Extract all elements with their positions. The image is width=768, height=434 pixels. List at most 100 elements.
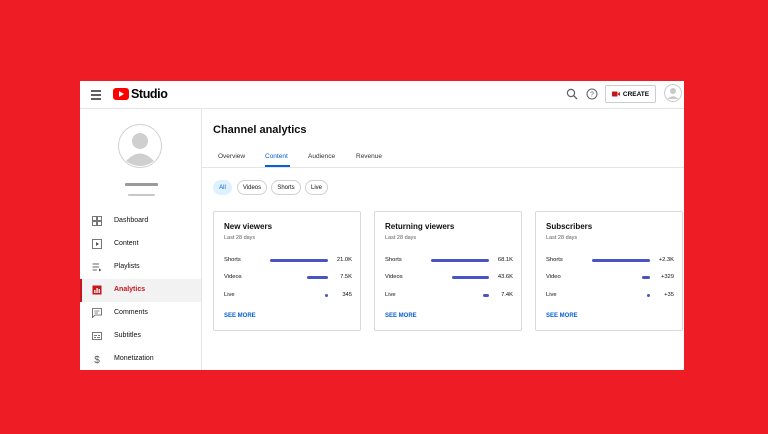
- metric-bar: [307, 276, 328, 279]
- channel-handle-placeholder: [128, 194, 155, 196]
- metric-label: Shorts: [546, 257, 563, 263]
- sidebar: Dashboard Content Playlists Analytics Co…: [80, 109, 202, 370]
- metric-label: Shorts: [385, 257, 402, 263]
- tab-content[interactable]: Content: [265, 153, 288, 160]
- card-title: Subscribers: [546, 222, 593, 231]
- metric-value: 7.5K: [340, 274, 352, 280]
- studio-window: Studio ? CREATE Dashboard Content Playli…: [80, 81, 684, 370]
- metric-bar: [270, 259, 328, 262]
- metric-row: Video +329: [546, 273, 674, 283]
- active-tab-indicator: [265, 165, 290, 167]
- card-subtitle: Last 28 days: [385, 235, 417, 241]
- sidebar-item-content[interactable]: Content: [80, 233, 201, 256]
- create-button[interactable]: CREATE: [605, 85, 656, 103]
- metric-label: Videos: [385, 274, 403, 280]
- metric-bar: [642, 276, 650, 279]
- chip-shorts[interactable]: Shorts: [271, 180, 301, 195]
- metric-value: +2.3K: [658, 257, 674, 263]
- svg-text:?: ?: [590, 92, 594, 99]
- metric-label: Live: [546, 292, 557, 298]
- metric-row: Live 345: [224, 291, 352, 301]
- dashboard-icon: [92, 216, 102, 226]
- metric-bar: [431, 259, 489, 262]
- channel-name-placeholder: [125, 183, 158, 186]
- metric-value: 7.4K: [501, 292, 513, 298]
- metric-bar: [483, 294, 489, 297]
- account-avatar[interactable]: [664, 84, 682, 102]
- playlists-icon: [92, 263, 102, 272]
- sidebar-item-dashboard[interactable]: Dashboard: [80, 210, 201, 233]
- analytics-tabs: Overview Content Audience Revenue: [202, 147, 684, 168]
- content-icon: [92, 239, 102, 249]
- channel-avatar[interactable]: [118, 124, 162, 168]
- metric-value: +35: [664, 292, 674, 298]
- metric-value: 43.6K: [497, 274, 513, 280]
- metric-bar: [325, 294, 328, 297]
- tab-audience[interactable]: Audience: [308, 153, 335, 160]
- chip-videos[interactable]: Videos: [237, 180, 267, 195]
- sidebar-nav: Dashboard Content Playlists Analytics Co…: [80, 210, 201, 370]
- sidebar-item-label: Subtitles: [114, 332, 141, 339]
- subtitles-icon: [92, 332, 102, 340]
- monetization-icon: $: [94, 355, 100, 364]
- card-subtitle: Last 28 days: [546, 235, 578, 241]
- metric-label: Video: [546, 274, 561, 280]
- youtube-play-icon: [113, 88, 129, 100]
- card-subtitle: Last 28 days: [224, 235, 256, 241]
- see-more-link[interactable]: SEE MORE: [385, 313, 417, 319]
- svg-text:$: $: [94, 355, 100, 364]
- card-title: New viewers: [224, 222, 273, 231]
- metric-label: Live: [385, 292, 396, 298]
- sidebar-item-label: Content: [114, 240, 139, 247]
- new-viewers-card: New viewers Last 28 days Shorts 21.0K Vi…: [213, 211, 361, 331]
- logo-text: Studio: [131, 87, 168, 101]
- sidebar-item-subtitles[interactable]: Subtitles: [80, 325, 201, 348]
- metric-value: +329: [660, 274, 674, 280]
- see-more-link[interactable]: SEE MORE: [546, 313, 578, 319]
- metric-value: 21.0K: [336, 257, 352, 263]
- top-bar: Studio ? CREATE: [80, 81, 684, 109]
- comments-icon: [92, 308, 102, 318]
- see-more-link[interactable]: SEE MORE: [224, 313, 256, 319]
- tab-revenue[interactable]: Revenue: [356, 153, 382, 160]
- sidebar-item-comments[interactable]: Comments: [80, 302, 201, 325]
- chip-all[interactable]: All: [213, 180, 232, 195]
- main-content: Channel analytics Overview Content Audie…: [202, 109, 684, 370]
- menu-icon[interactable]: [91, 88, 101, 100]
- sidebar-item-label: Analytics: [114, 286, 146, 293]
- analytics-icon: [92, 285, 102, 295]
- metric-bar: [452, 276, 489, 279]
- metric-row: Shorts 21.0K: [224, 256, 352, 266]
- metric-row: Live +35: [546, 291, 674, 301]
- sidebar-item-label: Comments: [114, 309, 148, 316]
- metric-value: 345: [342, 292, 352, 298]
- metric-label: Live: [224, 292, 235, 298]
- metric-label: Videos: [224, 274, 242, 280]
- tab-overview[interactable]: Overview: [218, 153, 245, 160]
- create-label: CREATE: [622, 90, 650, 98]
- sidebar-item-monetization[interactable]: $ Monetization: [80, 348, 201, 370]
- sidebar-item-playlists[interactable]: Playlists: [80, 256, 201, 279]
- metric-label: Shorts: [224, 257, 241, 263]
- sidebar-item-label: Monetization: [114, 355, 154, 362]
- metric-row: Videos 7.5K: [224, 273, 352, 283]
- chip-live[interactable]: Live: [305, 180, 328, 195]
- sidebar-item-label: Playlists: [114, 263, 140, 270]
- sidebar-item-analytics[interactable]: Analytics: [80, 279, 201, 302]
- page-title: Channel analytics: [213, 124, 307, 136]
- metric-row: Shorts 68.1K: [385, 256, 513, 266]
- metric-row: Live 7.4K: [385, 291, 513, 301]
- help-icon[interactable]: ?: [586, 88, 598, 100]
- video-camera-icon: [611, 91, 620, 97]
- metric-row: Shorts +2.3K: [546, 256, 674, 266]
- sidebar-item-label: Dashboard: [114, 217, 149, 224]
- subscribers-card: Subscribers Last 28 days Shorts +2.3K Vi…: [535, 211, 683, 331]
- card-title: Returning viewers: [385, 222, 455, 231]
- studio-logo[interactable]: Studio: [113, 86, 168, 102]
- metric-bar: [647, 294, 650, 297]
- search-icon[interactable]: [566, 88, 578, 100]
- metric-value: 68.1K: [497, 257, 513, 263]
- returning-viewers-card: Returning viewers Last 28 days Shorts 68…: [374, 211, 522, 331]
- metric-bar: [592, 259, 650, 262]
- metric-row: Videos 43.6K: [385, 273, 513, 283]
